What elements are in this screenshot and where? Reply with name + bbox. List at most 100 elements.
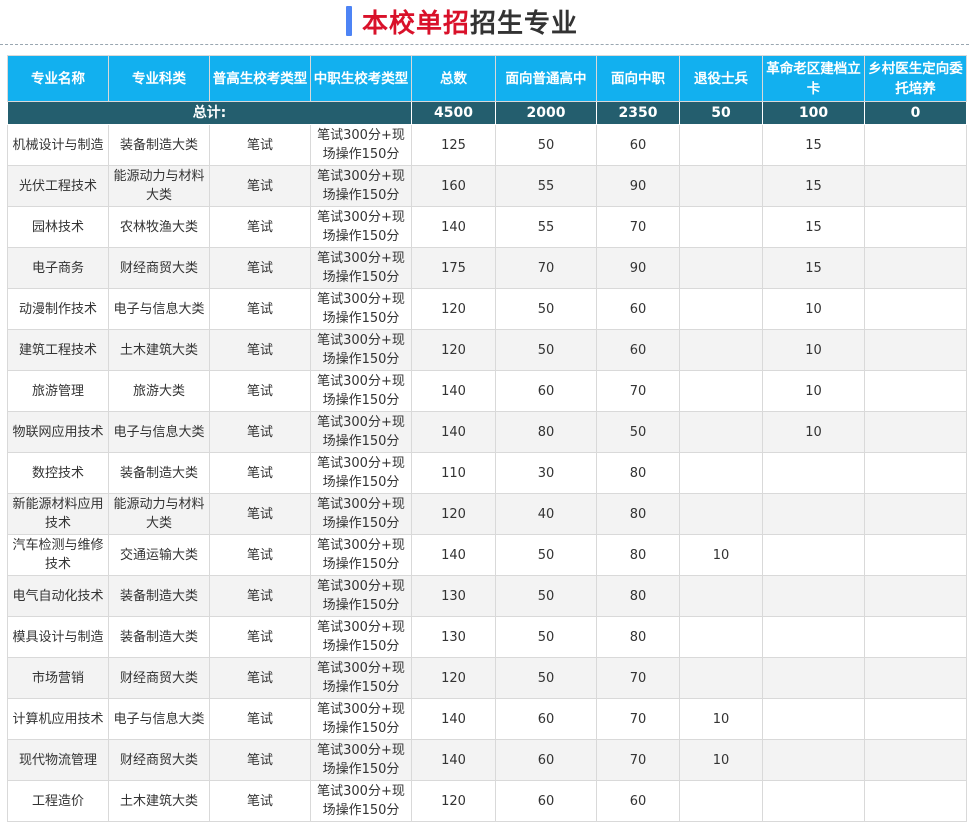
cell-major-category: 装备制造大类 xyxy=(108,575,210,617)
cell-major-category: 能源动力与材料大类 xyxy=(108,493,210,535)
cell-vocational-exam-type: 笔试300分+现场操作150分 xyxy=(310,329,412,371)
cell-rural-doctor xyxy=(864,739,967,781)
table-header-row: 专业名称 专业科类 普高生校考类型 中职生校考类型 总数 面向普通高中 面向中职… xyxy=(7,55,967,102)
cell-vocational-exam-type: 笔试300分+现场操作150分 xyxy=(310,739,412,781)
cell-highschool-quota: 55 xyxy=(495,206,597,248)
cell-rural-doctor xyxy=(864,247,967,289)
cell-veterans xyxy=(679,780,763,822)
cell-highschool-quota: 50 xyxy=(495,657,597,699)
cell-rural-doctor xyxy=(864,452,967,494)
table-row: 工程造价 土木建筑大类 笔试 笔试300分+现场操作150分 120 60 60 xyxy=(7,780,967,822)
cell-old-revolutionary xyxy=(762,780,865,822)
cell-old-revolutionary: 10 xyxy=(762,411,865,453)
cell-total: 110 xyxy=(411,452,496,494)
cell-major-name: 光伏工程技术 xyxy=(7,165,109,207)
cell-major-name: 市场营销 xyxy=(7,657,109,699)
cell-total: 120 xyxy=(411,493,496,535)
total-vocational: 2350 xyxy=(596,101,680,125)
cell-major-name: 电子商务 xyxy=(7,247,109,289)
cell-rural-doctor xyxy=(864,124,967,166)
cell-highschool-quota: 50 xyxy=(495,616,597,658)
cell-old-revolutionary xyxy=(762,493,865,535)
cell-veterans: 10 xyxy=(679,534,763,576)
cell-vocational-exam-type: 笔试300分+现场操作150分 xyxy=(310,534,412,576)
cell-vocational-quota: 60 xyxy=(596,124,680,166)
cell-vocational-exam-type: 笔试300分+现场操作150分 xyxy=(310,124,412,166)
cell-old-revolutionary: 15 xyxy=(762,124,865,166)
cell-major-name: 建筑工程技术 xyxy=(7,329,109,371)
cell-total: 140 xyxy=(411,739,496,781)
cell-rural-doctor xyxy=(864,206,967,248)
cell-major-category: 能源动力与材料大类 xyxy=(108,165,210,207)
page-header: 本校单招招生专业 xyxy=(0,0,969,45)
cell-rural-doctor xyxy=(864,411,967,453)
table-row: 计算机应用技术 电子与信息大类 笔试 笔试300分+现场操作150分 140 60 70 10 xyxy=(7,698,967,740)
cell-major-category: 装备制造大类 xyxy=(108,124,210,166)
cell-highschool-exam-type: 笔试 xyxy=(209,411,311,453)
table-row: 建筑工程技术 土木建筑大类 笔试 笔试300分+现场操作150分 120 50 60 10 xyxy=(7,329,967,371)
cell-highschool-exam-type: 笔试 xyxy=(209,247,311,289)
cell-major-category: 交通运输大类 xyxy=(108,534,210,576)
cell-highschool-quota: 55 xyxy=(495,165,597,207)
cell-vocational-exam-type: 笔试300分+现场操作150分 xyxy=(310,575,412,617)
cell-total: 140 xyxy=(411,370,496,412)
cell-veterans: 10 xyxy=(679,698,763,740)
table-row: 市场营销 财经商贸大类 笔试 笔试300分+现场操作150分 120 50 70 xyxy=(7,657,967,699)
cell-old-revolutionary: 10 xyxy=(762,288,865,330)
cell-major-category: 财经商贸大类 xyxy=(108,247,210,289)
title-accent-bar xyxy=(346,6,352,36)
cell-total: 125 xyxy=(411,124,496,166)
cell-major-category: 土木建筑大类 xyxy=(108,329,210,371)
majors-table: 专业名称 专业科类 普高生校考类型 中职生校考类型 总数 面向普通高中 面向中职… xyxy=(7,55,967,822)
cell-total: 140 xyxy=(411,534,496,576)
cell-highschool-exam-type: 笔试 xyxy=(209,534,311,576)
cell-major-category: 电子与信息大类 xyxy=(108,288,210,330)
total-old-revolutionary: 100 xyxy=(762,101,865,125)
cell-major-name: 动漫制作技术 xyxy=(7,288,109,330)
cell-vocational-quota: 70 xyxy=(596,739,680,781)
cell-vocational-exam-type: 笔试300分+现场操作150分 xyxy=(310,411,412,453)
cell-vocational-exam-type: 笔试300分+现场操作150分 xyxy=(310,780,412,822)
cell-total: 120 xyxy=(411,329,496,371)
cell-old-revolutionary xyxy=(762,657,865,699)
cell-vocational-exam-type: 笔试300分+现场操作150分 xyxy=(310,657,412,699)
header-major-name: 专业名称 xyxy=(7,55,109,102)
table-row: 旅游管理 旅游大类 笔试 笔试300分+现场操作150分 140 60 70 10 xyxy=(7,370,967,412)
total-veterans: 50 xyxy=(679,101,763,125)
cell-old-revolutionary xyxy=(762,739,865,781)
cell-major-name: 机械设计与制造 xyxy=(7,124,109,166)
table-row: 光伏工程技术 能源动力与材料大类 笔试 笔试300分+现场操作150分 160 55 90 1… xyxy=(7,165,967,207)
cell-vocational-exam-type: 笔试300分+现场操作150分 xyxy=(310,616,412,658)
cell-major-name: 园林技术 xyxy=(7,206,109,248)
cell-old-revolutionary: 15 xyxy=(762,247,865,289)
cell-highschool-exam-type: 笔试 xyxy=(209,206,311,248)
cell-old-revolutionary xyxy=(762,616,865,658)
table-row: 动漫制作技术 电子与信息大类 笔试 笔试300分+现场操作150分 120 50 60 10 xyxy=(7,288,967,330)
cell-total: 140 xyxy=(411,698,496,740)
table-row: 模具设计与制造 装备制造大类 笔试 笔试300分+现场操作150分 130 50 80 xyxy=(7,616,967,658)
cell-total: 130 xyxy=(411,616,496,658)
cell-vocational-quota: 80 xyxy=(596,616,680,658)
cell-highschool-exam-type: 笔试 xyxy=(209,780,311,822)
cell-vocational-quota: 70 xyxy=(596,698,680,740)
cell-major-name: 计算机应用技术 xyxy=(7,698,109,740)
cell-major-name: 模具设计与制造 xyxy=(7,616,109,658)
cell-veterans xyxy=(679,247,763,289)
cell-veterans xyxy=(679,657,763,699)
cell-rural-doctor xyxy=(864,780,967,822)
cell-major-category: 电子与信息大类 xyxy=(108,698,210,740)
title-rest: 招生专业 xyxy=(470,8,579,39)
cell-major-name: 旅游管理 xyxy=(7,370,109,412)
cell-highschool-exam-type: 笔试 xyxy=(209,288,311,330)
cell-vocational-exam-type: 笔试300分+现场操作150分 xyxy=(310,288,412,330)
cell-vocational-quota: 90 xyxy=(596,165,680,207)
cell-vocational-quota: 70 xyxy=(596,657,680,699)
cell-old-revolutionary: 10 xyxy=(762,370,865,412)
table-row: 新能源材料应用技术 能源动力与材料大类 笔试 笔试300分+现场操作150分 120 40… xyxy=(7,493,967,535)
cell-highschool-quota: 60 xyxy=(495,698,597,740)
cell-total: 120 xyxy=(411,288,496,330)
cell-veterans xyxy=(679,165,763,207)
cell-total: 140 xyxy=(411,206,496,248)
cell-major-name: 汽车检测与维修技术 xyxy=(7,534,109,576)
total-rural-doctor: 0 xyxy=(864,101,967,125)
